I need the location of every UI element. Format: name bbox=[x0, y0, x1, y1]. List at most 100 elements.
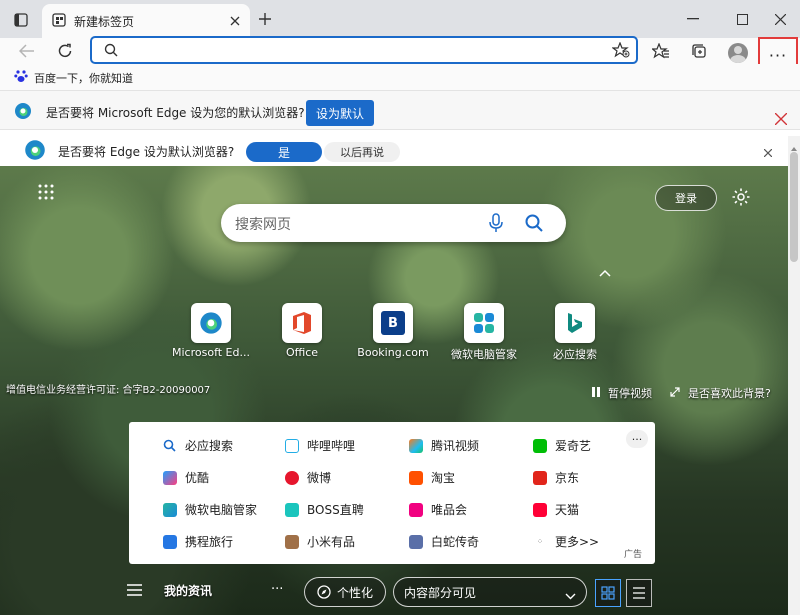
search-placeholder: 搜索网页 bbox=[235, 217, 291, 233]
login-button[interactable]: 登录 bbox=[655, 185, 717, 211]
pause-video-button[interactable]: 暂停视频 bbox=[592, 385, 652, 401]
quick-link-bing[interactable] bbox=[555, 303, 595, 343]
collections-icon[interactable] bbox=[688, 40, 710, 62]
link-item[interactable]: ⁘ 更多>> bbox=[533, 533, 599, 550]
quick-link-label: 微软电脑管家 bbox=[451, 348, 517, 361]
add-favorite-star-icon[interactable] bbox=[611, 41, 630, 61]
content-visibility-select[interactable]: 内容部分可见 bbox=[393, 577, 587, 607]
quick-link-pc-manager[interactable] bbox=[464, 303, 504, 343]
favorite-item-label: 百度一下，你就知道 bbox=[34, 71, 133, 85]
xiaomi-youpin-icon bbox=[285, 534, 299, 549]
link-item[interactable]: 微软电脑管家 bbox=[163, 501, 257, 518]
quick-link-office[interactable] bbox=[282, 303, 322, 343]
tab-close-icon[interactable] bbox=[226, 12, 244, 30]
link-item[interactable]: 白蛇传奇 bbox=[409, 533, 479, 550]
edge-tile-icon bbox=[200, 312, 222, 334]
link-item[interactable]: 微博 bbox=[285, 469, 331, 486]
bing-search-icon bbox=[163, 439, 177, 453]
scroll-up-icon[interactable] bbox=[791, 140, 797, 154]
new-tab-plus-icon[interactable] bbox=[255, 9, 275, 29]
link-item[interactable]: BOSS直聘 bbox=[285, 501, 364, 518]
more-dots-icon: ··· bbox=[768, 45, 788, 65]
quick-link-label: 必应搜索 bbox=[553, 348, 597, 361]
ctrip-icon bbox=[163, 534, 177, 549]
title-bar: 新建标签页 bbox=[0, 0, 800, 38]
back-arrow-icon[interactable] bbox=[16, 40, 38, 62]
ad-label: 广告 bbox=[624, 550, 643, 560]
youku-icon bbox=[163, 470, 177, 485]
infobar-message: 是否要将 Microsoft Edge 设为您的默认浏览器? bbox=[46, 106, 305, 120]
taobao-icon bbox=[409, 470, 423, 485]
iqiyi-icon bbox=[533, 438, 547, 453]
prompt-close-icon[interactable] bbox=[763, 148, 773, 158]
link-item[interactable]: 腾讯视频 bbox=[409, 437, 479, 454]
more-grid-icon: ⁘ bbox=[536, 537, 544, 546]
page-scrollbar[interactable] bbox=[788, 136, 800, 615]
prompt-message: 是否要将 Edge 设为默认浏览器? bbox=[58, 145, 235, 159]
link-item[interactable]: 唯品会 bbox=[409, 501, 467, 518]
personalize-button[interactable]: 个性化 bbox=[304, 577, 386, 607]
newtab-icon bbox=[52, 13, 66, 30]
favorite-item-baidu[interactable]: 百度一下，你就知道 bbox=[14, 69, 133, 86]
expand-arrows-icon bbox=[670, 386, 680, 400]
menu-hamburger-icon[interactable] bbox=[127, 584, 142, 599]
favorites-icon[interactable] bbox=[650, 40, 672, 62]
link-item[interactable]: 优酷 bbox=[163, 469, 209, 486]
my-feed-tab[interactable]: 我的资讯 bbox=[164, 582, 212, 599]
default-browser-infobar: 是否要将 Microsoft Edge 设为您的默认浏览器? 设为默认 bbox=[0, 90, 800, 130]
tab-actions-icon[interactable] bbox=[10, 9, 32, 31]
infobar-close-icon[interactable] bbox=[772, 110, 790, 128]
like-background-label: 是否喜欢此背景? bbox=[688, 387, 771, 400]
baishe-game-icon bbox=[409, 534, 423, 549]
pause-video-label: 暂停视频 bbox=[608, 387, 652, 400]
pause-icon bbox=[592, 386, 600, 400]
maximize-icon[interactable] bbox=[732, 9, 752, 29]
like-background-button[interactable]: 是否喜欢此背景? bbox=[670, 385, 771, 401]
link-item[interactable]: 哔哩哔哩 bbox=[285, 437, 355, 454]
baidu-paw-icon bbox=[14, 69, 28, 86]
web-search-box[interactable]: 搜索网页 bbox=[221, 204, 566, 242]
yes-button[interactable]: 是 bbox=[246, 142, 322, 162]
pc-manager-icon bbox=[474, 313, 494, 333]
address-bar[interactable] bbox=[90, 36, 638, 64]
link-item[interactable]: 京东 bbox=[533, 469, 579, 486]
profile-avatar[interactable] bbox=[728, 43, 748, 63]
default-browser-prompt: 是否要将 Edge 设为默认浏览器? 是 以后再说 bbox=[0, 136, 788, 166]
minimize-icon[interactable] bbox=[683, 9, 703, 29]
edge-logo-icon bbox=[14, 102, 32, 123]
list-view-icon bbox=[633, 587, 645, 599]
page-settings-gear-icon[interactable] bbox=[731, 187, 751, 210]
scrollbar-thumb[interactable] bbox=[790, 152, 798, 262]
chevron-down-icon bbox=[565, 589, 576, 603]
tencent-video-icon bbox=[409, 438, 423, 453]
link-item[interactable]: 携程旅行 bbox=[163, 533, 233, 550]
list-view-button[interactable] bbox=[626, 579, 652, 607]
microphone-icon[interactable] bbox=[489, 213, 503, 236]
jd-icon bbox=[533, 470, 547, 485]
quick-link-label: Microsoft Ed... bbox=[172, 346, 250, 359]
grid-view-button[interactable] bbox=[595, 579, 621, 607]
quick-link-label: Booking.com bbox=[357, 346, 429, 359]
link-item[interactable]: 必应搜索 bbox=[163, 437, 233, 454]
tab-new-tab[interactable]: 新建标签页 bbox=[42, 4, 250, 38]
apps-grid-icon[interactable] bbox=[38, 184, 54, 203]
link-item[interactable]: 淘宝 bbox=[409, 469, 455, 486]
license-text: 增值电信业务经营许可证: 合字B2-20090007 bbox=[6, 385, 211, 396]
edge-logo-icon bbox=[24, 139, 46, 164]
links-more-icon[interactable]: ··· bbox=[626, 430, 648, 448]
tmall-icon bbox=[533, 502, 547, 517]
new-tab-page: 登录 搜索网页 Microsoft Ed... Office B Booking… bbox=[0, 166, 788, 615]
link-item[interactable]: 天猫 bbox=[533, 501, 579, 518]
search-submit-icon[interactable] bbox=[525, 214, 543, 235]
window-close-icon[interactable] bbox=[770, 9, 790, 29]
later-button[interactable]: 以后再说 bbox=[324, 142, 400, 162]
quick-link-booking[interactable]: B bbox=[373, 303, 413, 343]
quick-link-edge[interactable] bbox=[191, 303, 231, 343]
link-item[interactable]: 小米有品 bbox=[285, 533, 355, 550]
search-icon bbox=[104, 43, 118, 60]
collapse-chevron-up-icon[interactable] bbox=[599, 266, 611, 280]
link-item[interactable]: 爱奇艺 bbox=[533, 437, 591, 454]
refresh-icon[interactable] bbox=[54, 40, 76, 62]
set-default-button[interactable]: 设为默认 bbox=[306, 100, 374, 126]
feed-more-icon[interactable]: ··· bbox=[271, 582, 283, 597]
